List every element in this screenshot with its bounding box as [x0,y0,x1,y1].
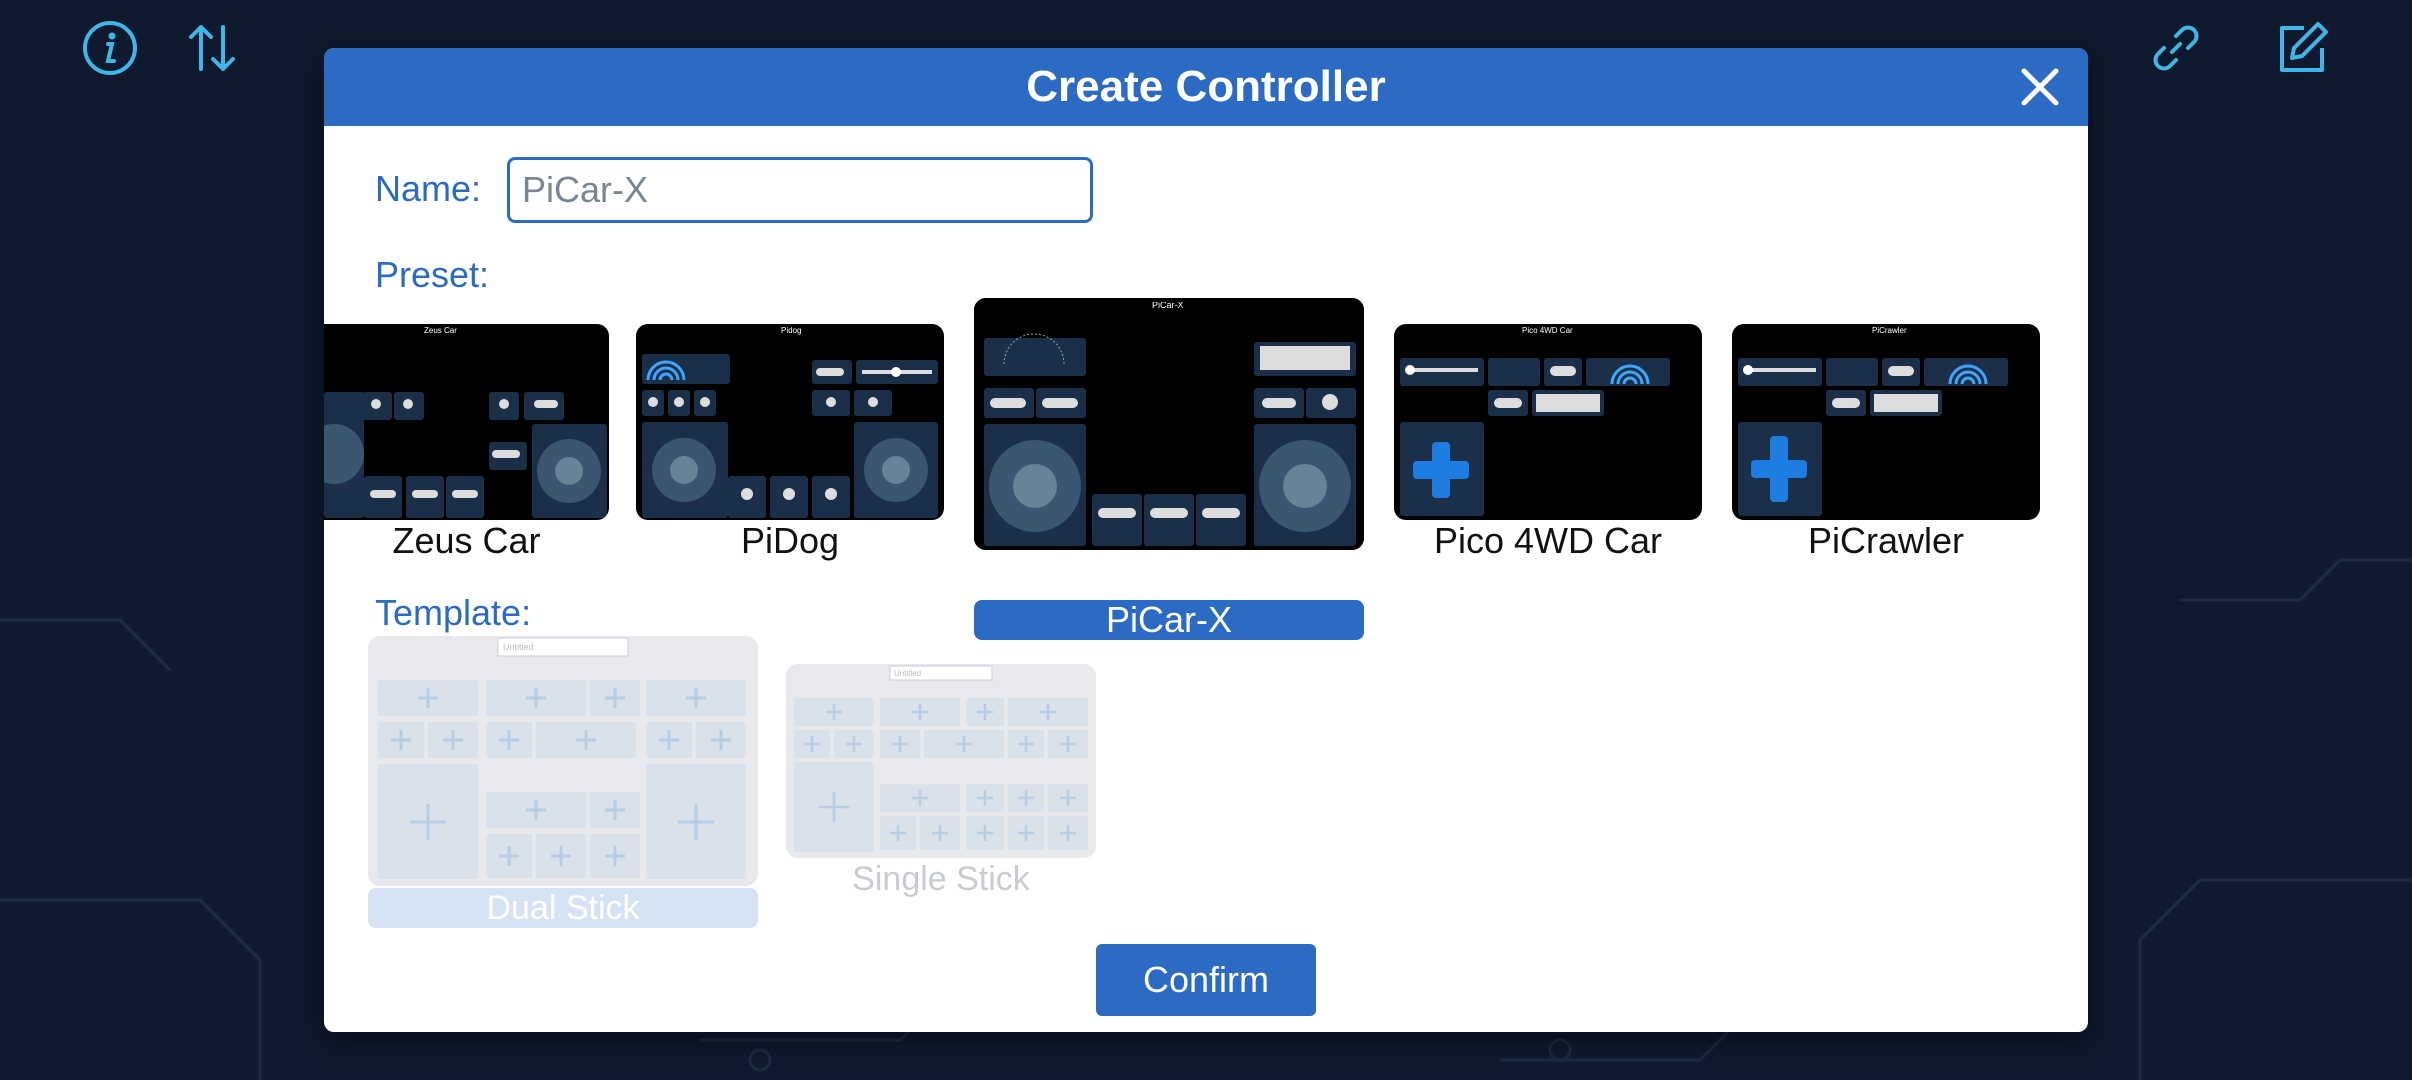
link-icon[interactable] [2144,16,2208,80]
template-label-text: Single Stick [852,860,1030,898]
thumb-title: Pidog [781,326,801,335]
thumb-title: Pico 4WD Car [1522,326,1573,335]
dialog-header: Create Controller [324,48,2088,126]
preset-label-text: PiCrawler [1807,520,1965,561]
preset-thumbnail: PiCrawler [1732,324,2040,520]
thumb-title: Zeus Car [424,326,457,335]
preset-label-text: PiCar-X [974,600,1364,640]
preset-thumbnail: Pidog [636,324,944,520]
thumb-title: PiCrawler [1872,326,1907,335]
preset-label-text: PiDog [740,520,840,561]
thumb-title: Untitled [503,642,534,652]
template-single-stick[interactable]: Untitled Single Stick [786,664,1096,954]
info-icon[interactable] [78,16,142,80]
preset-thumbnail: Pico 4WD Car [1394,324,1702,520]
template-label-text: Dual Stick [368,888,758,928]
selected-frame [974,298,1364,550]
preset-thumbnail: Zeus Car [324,324,609,520]
confirm-button[interactable]: Confirm [1096,944,1316,1016]
preset-picar-x[interactable]: PiCar-X PiCar-X [974,298,1364,642]
template-dual-stick[interactable]: Untitled Dual Stick [368,636,758,978]
preset-pico-4wd-car[interactable]: Pico 4WD Car Pico 4WD Car [1394,324,1702,614]
name-label: Name: [375,168,482,209]
preset-picrawler[interactable]: PiCrawler PiCrawler [1732,324,2040,614]
template-thumbnail: Untitled [786,664,1096,858]
preset-pidog[interactable]: Pidog PiDog [636,324,944,614]
preset-label-text: Pico 4WD Car [1433,520,1663,561]
preset-label: Preset: [375,254,490,295]
dialog-title: Create Controller [1026,62,1386,111]
sort-icon[interactable] [180,16,244,80]
template-label: Template: [375,592,532,633]
template-thumbnail: Untitled [368,636,758,886]
thumb-title: Untitled [894,669,921,678]
preset-zeus-car[interactable]: Zeus Car Zeus Car [324,324,609,614]
edit-icon[interactable] [2270,16,2334,80]
preset-label-text: Zeus Car [392,520,541,561]
create-controller-dialog: Create Controller Name: Preset: Zeus Car [324,48,2088,1032]
name-input[interactable] [507,157,1093,223]
close-icon[interactable] [2016,63,2064,111]
